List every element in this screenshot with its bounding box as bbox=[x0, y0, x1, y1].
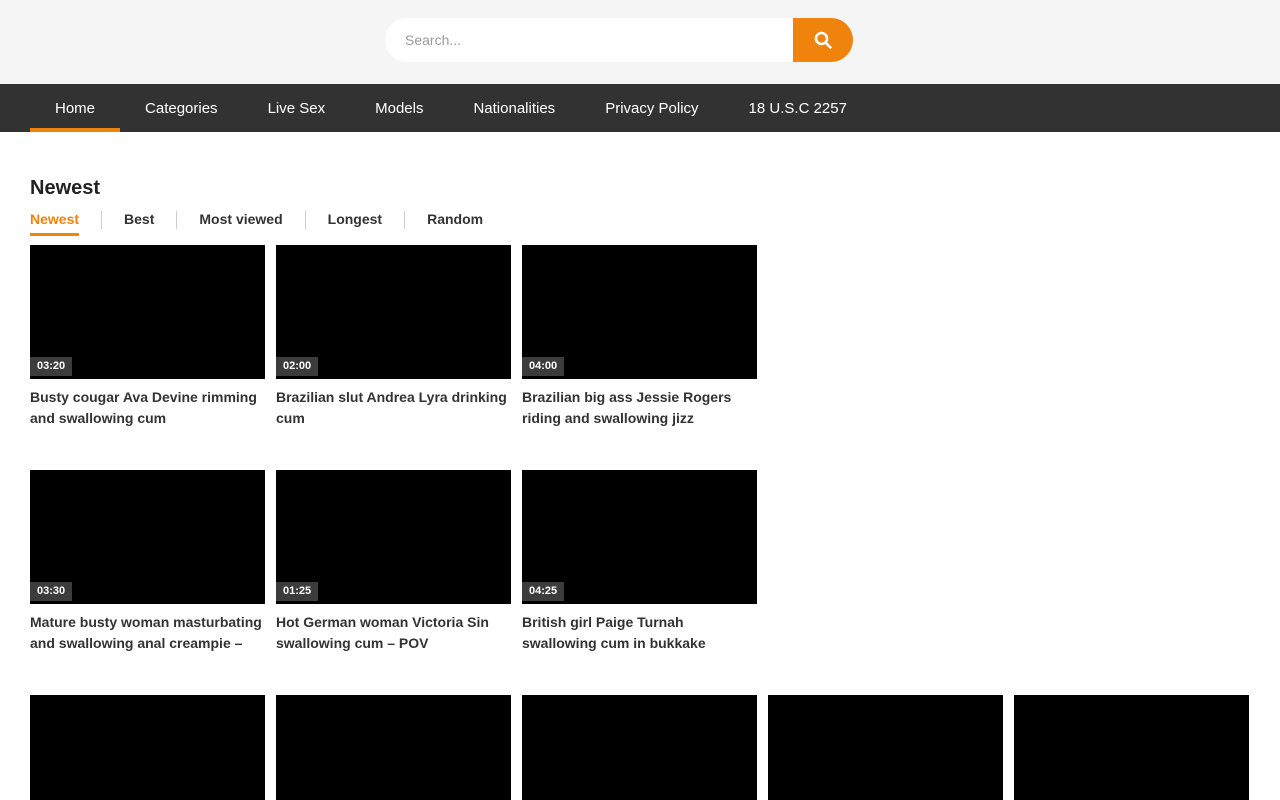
tab-longest[interactable]: Longest bbox=[328, 211, 382, 233]
tab-divider bbox=[101, 211, 102, 229]
tab-most-viewed[interactable]: Most viewed bbox=[199, 211, 282, 233]
nav-item-privacy-policy[interactable]: Privacy Policy bbox=[580, 84, 723, 132]
video-card[interactable]: 04:00 Brazilian big ass Jessie Rogers ri… bbox=[522, 245, 757, 470]
nav-item-models[interactable]: Models bbox=[350, 84, 448, 132]
video-card[interactable]: 02:00 Brazilian slut Andrea Lyra drinkin… bbox=[276, 245, 511, 470]
video-card[interactable] bbox=[30, 695, 265, 800]
video-thumbnail[interactable] bbox=[522, 695, 757, 800]
nav-item-categories[interactable]: Categories bbox=[120, 84, 243, 132]
video-thumbnail[interactable] bbox=[30, 695, 265, 800]
tab-best[interactable]: Best bbox=[124, 211, 154, 233]
video-thumbnail[interactable] bbox=[1014, 695, 1249, 800]
duration-badge: 04:25 bbox=[522, 582, 564, 601]
video-title[interactable]: Hot German woman Victoria Sin swallowing… bbox=[276, 612, 511, 654]
video-title[interactable]: British girl Paige Turnah swallowing cum… bbox=[522, 612, 757, 654]
duration-badge: 01:25 bbox=[276, 582, 318, 601]
top-header bbox=[0, 0, 1280, 84]
sort-tabs: Newest Best Most viewed Longest Random bbox=[30, 211, 1250, 236]
search-input[interactable] bbox=[385, 18, 793, 62]
duration-badge: 02:00 bbox=[276, 357, 318, 376]
nav-item-nationalities[interactable]: Nationalities bbox=[448, 84, 580, 132]
main-content: Newest Newest Best Most viewed Longest R… bbox=[0, 177, 1280, 800]
video-card[interactable]: 03:30 Mature busty woman masturbating an… bbox=[30, 470, 265, 695]
search-bar bbox=[385, 18, 853, 62]
page-title: Newest bbox=[30, 177, 1250, 200]
video-thumbnail[interactable] bbox=[768, 695, 1003, 800]
grid-spacer bbox=[768, 245, 1249, 470]
video-card[interactable] bbox=[1014, 695, 1249, 800]
video-card[interactable]: 04:25 British girl Paige Turnah swallowi… bbox=[522, 470, 757, 695]
video-card[interactable] bbox=[276, 695, 511, 800]
tab-divider bbox=[176, 211, 177, 229]
video-grid: 03:20 Busty cougar Ava Devine rimming an… bbox=[30, 245, 1250, 800]
main-nav: Home Categories Live Sex Models National… bbox=[0, 84, 1280, 132]
video-card[interactable]: 01:25 Hot German woman Victoria Sin swal… bbox=[276, 470, 511, 695]
video-thumbnail[interactable]: 03:20 bbox=[30, 245, 265, 379]
nav-item-2257[interactable]: 18 U.S.C 2257 bbox=[724, 84, 872, 132]
video-thumbnail[interactable]: 04:25 bbox=[522, 470, 757, 604]
nav-item-home[interactable]: Home bbox=[30, 84, 120, 132]
video-thumbnail[interactable]: 04:00 bbox=[522, 245, 757, 379]
video-card[interactable]: 03:20 Busty cougar Ava Devine rimming an… bbox=[30, 245, 265, 470]
tab-newest[interactable]: Newest bbox=[30, 211, 79, 236]
duration-badge: 04:00 bbox=[522, 357, 564, 376]
grid-spacer bbox=[768, 470, 1249, 695]
video-thumbnail[interactable]: 02:00 bbox=[276, 245, 511, 379]
video-card[interactable] bbox=[768, 695, 1003, 800]
video-title[interactable]: Brazilian slut Andrea Lyra drinking cum bbox=[276, 387, 511, 429]
video-thumbnail[interactable]: 03:30 bbox=[30, 470, 265, 604]
tab-divider bbox=[305, 211, 306, 229]
tab-divider bbox=[404, 211, 405, 229]
video-thumbnail[interactable]: 01:25 bbox=[276, 470, 511, 604]
tab-random[interactable]: Random bbox=[427, 211, 483, 233]
video-title[interactable]: Mature busty woman masturbating and swal… bbox=[30, 612, 265, 654]
video-title[interactable]: Brazilian big ass Jessie Rogers riding a… bbox=[522, 387, 757, 429]
nav-item-live-sex[interactable]: Live Sex bbox=[243, 84, 351, 132]
video-title[interactable]: Busty cougar Ava Devine rimming and swal… bbox=[30, 387, 265, 429]
search-button[interactable] bbox=[793, 18, 853, 62]
search-icon bbox=[813, 30, 833, 50]
video-thumbnail[interactable] bbox=[276, 695, 511, 800]
duration-badge: 03:30 bbox=[30, 582, 72, 601]
video-card[interactable] bbox=[522, 695, 757, 800]
duration-badge: 03:20 bbox=[30, 357, 72, 376]
